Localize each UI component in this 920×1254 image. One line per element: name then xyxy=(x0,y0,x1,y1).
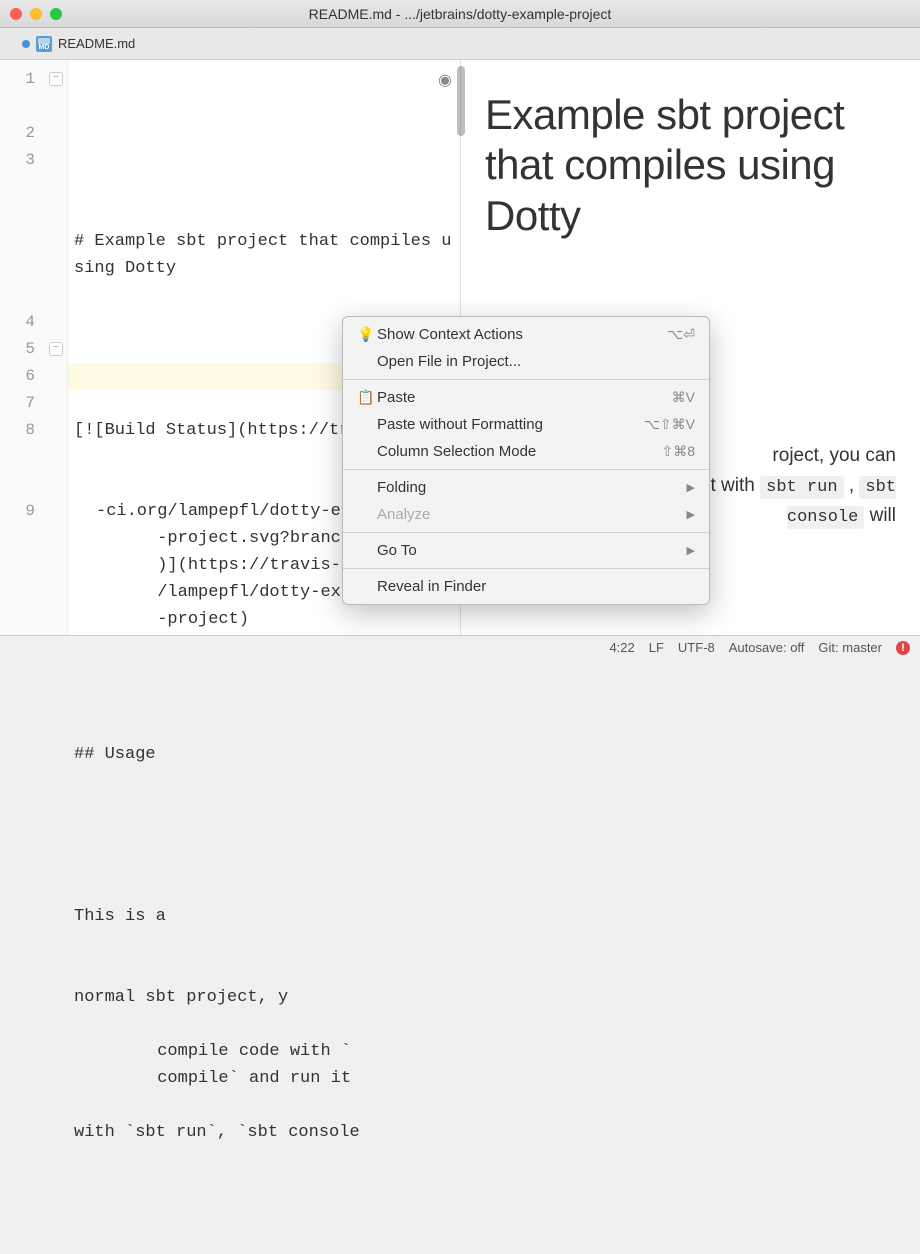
modified-indicator-icon xyxy=(22,40,30,48)
status-autosave[interactable]: Autosave: off xyxy=(729,640,805,655)
close-window-button[interactable] xyxy=(10,8,22,20)
source-line xyxy=(74,822,454,849)
window-title: README.md - .../jetbrains/dotty-example-… xyxy=(309,6,612,22)
status-position[interactable]: 4:22 xyxy=(609,640,634,655)
source-line: This is a xyxy=(74,903,454,930)
scrollbar-thumb[interactable] xyxy=(457,66,465,136)
line-number[interactable]: 9 xyxy=(0,498,67,525)
tab-bar: MD README.md xyxy=(0,28,920,60)
source-line xyxy=(74,660,454,687)
bulb-icon: 💡 xyxy=(357,326,377,343)
source-line: # Example sbt project that compiles usin… xyxy=(74,228,454,282)
status-line-separator[interactable]: LF xyxy=(649,640,664,655)
preview-toggle-icon[interactable]: ◉ xyxy=(438,68,452,95)
title-bar: README.md - .../jetbrains/dotty-example-… xyxy=(0,0,920,28)
source-line: compile code with ` xyxy=(135,1038,351,1065)
source-line: -project) xyxy=(135,606,249,633)
source-line: compile` and run it xyxy=(135,1065,351,1092)
line-number[interactable]: 3 xyxy=(0,147,67,309)
line-number[interactable]: 7 xyxy=(0,390,67,417)
menu-item-go-to[interactable]: Go To ▶ xyxy=(343,537,709,564)
line-number[interactable]: 6 xyxy=(0,363,67,390)
menu-separator xyxy=(343,568,709,569)
menu-item-folding[interactable]: Folding ▶ xyxy=(343,474,709,501)
gutter: 1− 2 3 4 5− 6 7 8 9 xyxy=(0,60,68,635)
submenu-arrow-icon: ▶ xyxy=(687,481,695,494)
menu-item-column-selection[interactable]: Column Selection Mode ⇧⌘8 xyxy=(343,438,709,465)
line-number[interactable]: 5− xyxy=(0,336,67,363)
menu-separator xyxy=(343,469,709,470)
fold-marker-icon[interactable]: − xyxy=(49,72,63,86)
markdown-file-icon: MD xyxy=(36,36,52,52)
preview-code: sbt run xyxy=(760,476,843,499)
context-menu: 💡 Show Context Actions ⌥⏎ Open File in P… xyxy=(342,316,710,605)
error-indicator-icon[interactable]: ! xyxy=(896,641,910,655)
source-line: normal sbt project, y xyxy=(74,984,454,1011)
line-number[interactable]: 4 xyxy=(0,309,67,336)
source-line: with `sbt run`, `sbt console xyxy=(74,1119,454,1146)
menu-item-analyze: Analyze ▶ xyxy=(343,501,709,528)
status-encoding[interactable]: UTF-8 xyxy=(678,640,715,655)
fold-marker-icon[interactable]: − xyxy=(49,342,63,356)
menu-item-open-in-project[interactable]: Open File in Project... xyxy=(343,348,709,375)
line-number[interactable]: 1− xyxy=(0,66,67,120)
line-number[interactable]: 2 xyxy=(0,120,67,147)
tab-filename: README.md xyxy=(58,36,135,51)
menu-item-paste-no-format[interactable]: Paste without Formatting ⌥⇧⌘V xyxy=(343,411,709,438)
clipboard-icon: 📋 xyxy=(357,389,377,406)
menu-separator xyxy=(343,379,709,380)
menu-item-reveal-in-finder[interactable]: Reveal in Finder xyxy=(343,573,709,600)
menu-item-show-context-actions[interactable]: 💡 Show Context Actions ⌥⏎ xyxy=(343,321,709,348)
minimize-window-button[interactable] xyxy=(30,8,42,20)
status-git-branch[interactable]: Git: master xyxy=(818,640,882,655)
submenu-arrow-icon: ▶ xyxy=(687,508,695,521)
preview-heading: Example sbt project that compiles using … xyxy=(485,90,896,241)
line-number[interactable]: 8 xyxy=(0,417,67,498)
submenu-arrow-icon: ▶ xyxy=(687,544,695,557)
traffic-lights xyxy=(10,8,62,20)
editor-tab-readme[interactable]: MD README.md xyxy=(12,32,145,56)
zoom-window-button[interactable] xyxy=(50,8,62,20)
menu-separator xyxy=(343,532,709,533)
source-line: ## Usage xyxy=(74,741,454,768)
menu-item-paste[interactable]: 📋 Paste ⌘V xyxy=(343,384,709,411)
